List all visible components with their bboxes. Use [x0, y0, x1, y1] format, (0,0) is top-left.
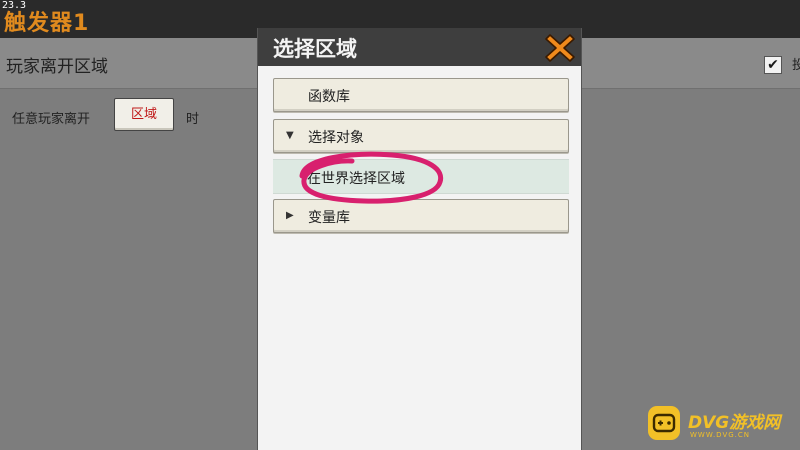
select-object-item[interactable]: ▼ 选择对象 [273, 119, 569, 153]
event-title: 玩家离开区域 [6, 57, 108, 77]
select-object-label: 选择对象 [308, 130, 364, 146]
condition-prefix: 任意玩家离开 [12, 112, 91, 127]
dialog-header: 选择区域 [258, 28, 581, 66]
dialog-title: 选择区域 [273, 37, 357, 61]
watermark-logo: DVG游戏网 WWW.DVG.CN [648, 404, 798, 448]
region-button[interactable]: 区域 [114, 98, 174, 131]
variable-library-label: 变量库 [308, 210, 350, 226]
function-library-item[interactable]: 函数库 [273, 78, 569, 112]
select-region-dialog: 选择区域 函数库 ▼ 选择对象 在世界选择区域 ▶ 变量库 [257, 28, 582, 450]
expand-right-icon: ▶ [286, 210, 294, 221]
close-icon [545, 34, 575, 62]
function-library-label: 函数库 [308, 89, 350, 105]
select-area-in-world-item[interactable]: 在世界选择区域 [273, 159, 569, 194]
checkbox-label: 投 [792, 58, 800, 73]
watermark-text: DVG游戏网 [688, 413, 781, 433]
condition-suffix: 时 [186, 112, 200, 127]
watermark-subtext: WWW.DVG.CN [690, 431, 751, 439]
select-area-in-world-label: 在世界选择区域 [307, 171, 405, 187]
variable-library-item[interactable]: ▶ 变量库 [273, 199, 569, 233]
enable-checkbox[interactable]: ✔ [764, 56, 782, 74]
close-button[interactable] [544, 32, 576, 64]
trigger-title: 触发器1 [4, 11, 90, 36]
expand-down-icon: ▼ [286, 130, 294, 141]
gamepad-icon [648, 406, 680, 440]
